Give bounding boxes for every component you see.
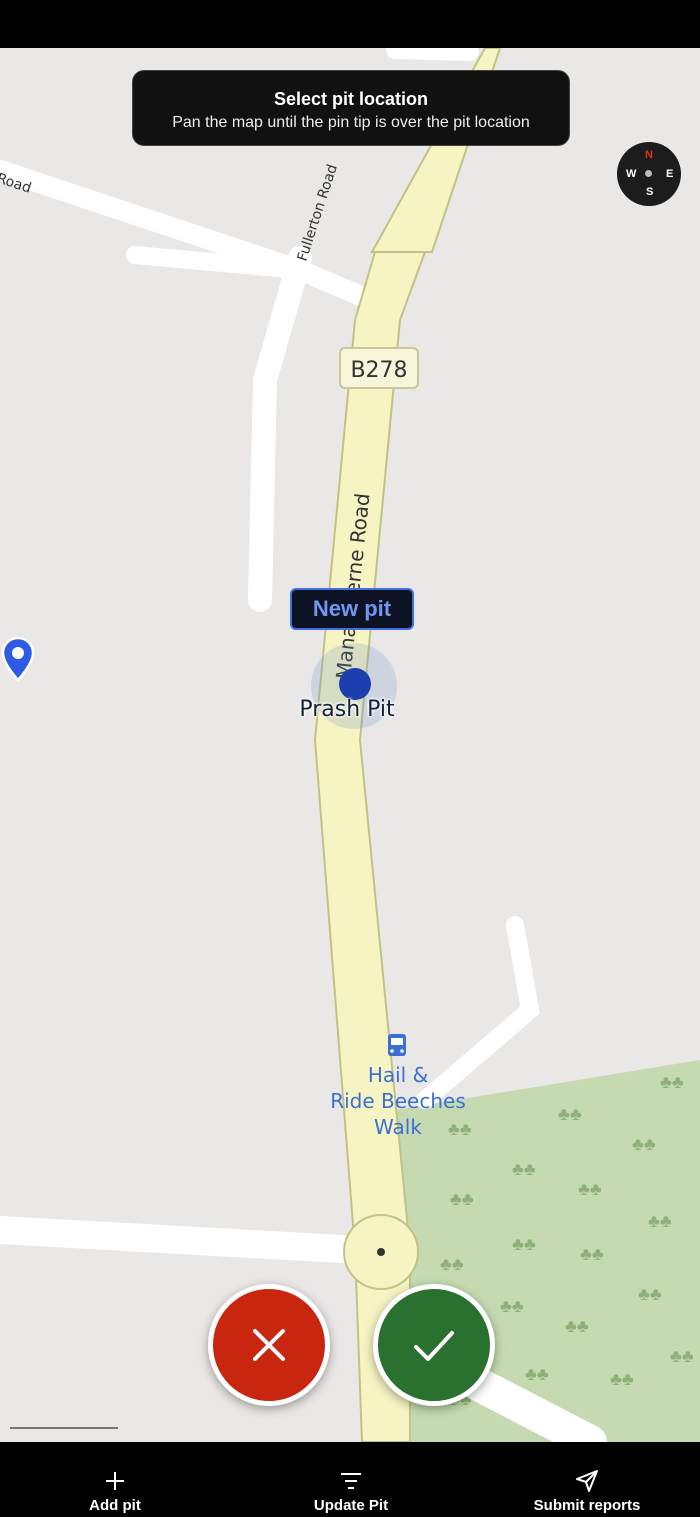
svg-text:♣♣: ♣♣ (578, 1179, 602, 1199)
svg-text:♣♣: ♣♣ (660, 1072, 684, 1092)
svg-text:♣♣: ♣♣ (440, 1254, 464, 1274)
svg-text:♣♣: ♣♣ (565, 1316, 589, 1336)
svg-text:♣♣: ♣♣ (610, 1369, 634, 1389)
confirm-button[interactable] (373, 1284, 495, 1406)
svg-text:♣♣: ♣♣ (512, 1159, 536, 1179)
close-icon (253, 1329, 285, 1361)
map-view[interactable]: ♣♣ ♣♣ ♣♣ ♣♣ ♣♣ ♣♣ ♣♣ ♣♣ ♣♣ ♣♣ ♣♣ ♣♣ ♣♣ ♣… (0, 48, 700, 1442)
svg-text:♣♣: ♣♣ (512, 1234, 536, 1254)
bus-stop-icon[interactable] (388, 1034, 406, 1056)
toast-subtitle: Pan the map until the pin tip is over th… (172, 114, 530, 131)
road-label-fullerton: Fullerton Road (295, 162, 341, 263)
svg-text:♣♣: ♣♣ (632, 1134, 656, 1154)
compass-west: W (626, 168, 637, 180)
nav-update-pit-label: Update Pit (313, 1497, 389, 1514)
poi-label-line1: Hail & (368, 1063, 428, 1087)
svg-text:♣♣: ♣♣ (670, 1346, 694, 1366)
location-pin-icon (1, 636, 35, 682)
nav-submit-reports-label: Submit reports (533, 1497, 641, 1514)
svg-text:♣♣: ♣♣ (648, 1211, 672, 1231)
nav-update-pit[interactable]: Update Pit (251, 1442, 451, 1517)
svg-text:♣♣: ♣♣ (638, 1284, 662, 1304)
nav-submit-reports[interactable]: Submit reports (487, 1442, 687, 1517)
plus-icon (106, 1472, 124, 1490)
poi-label-line3: Walk (374, 1115, 422, 1139)
existing-pit-marker[interactable] (339, 668, 371, 700)
compass-north: N (645, 149, 653, 161)
toast-title: Select pit location (273, 89, 429, 109)
status-bar (0, 0, 700, 48)
road-shield-b278: B278 (339, 347, 419, 389)
compass-south: S (646, 186, 654, 198)
send-icon (576, 1470, 598, 1492)
svg-text:♣♣: ♣♣ (448, 1119, 472, 1139)
compass-center-dot (645, 170, 652, 177)
filter-icon (341, 1473, 361, 1489)
instruction-toast: Select pit location Pan the map until th… (132, 70, 570, 146)
svg-text:♣♣: ♣♣ (580, 1244, 604, 1264)
map-canvas[interactable]: ♣♣ ♣♣ ♣♣ ♣♣ ♣♣ ♣♣ ♣♣ ♣♣ ♣♣ ♣♣ ♣♣ ♣♣ ♣♣ ♣… (0, 48, 700, 1442)
compass-button[interactable]: N W E S (617, 142, 681, 206)
svg-text:♣♣: ♣♣ (525, 1364, 549, 1384)
bottom-navigation: Add pit Update Pit Submit reports (0, 1442, 700, 1517)
nav-add-pit-label: Add pit (89, 1497, 141, 1514)
nav-add-pit[interactable]: Add pit (15, 1442, 215, 1517)
svg-text:B278: B278 (350, 358, 407, 383)
cancel-button[interactable] (208, 1284, 330, 1406)
new-pit-label: New pit (290, 588, 414, 630)
compass-east: E (666, 168, 674, 180)
check-icon (414, 1331, 454, 1361)
svg-text:♣♣: ♣♣ (500, 1296, 524, 1316)
app-root: ♣♣ ♣♣ ♣♣ ♣♣ ♣♣ ♣♣ ♣♣ ♣♣ ♣♣ ♣♣ ♣♣ ♣♣ ♣♣ ♣… (0, 0, 700, 1517)
existing-pit-name: Prash Pit (299, 697, 395, 722)
poi-label-line2: Ride Beeches (330, 1089, 466, 1113)
svg-text:♣♣: ♣♣ (558, 1104, 582, 1124)
svg-text:♣♣: ♣♣ (450, 1189, 474, 1209)
